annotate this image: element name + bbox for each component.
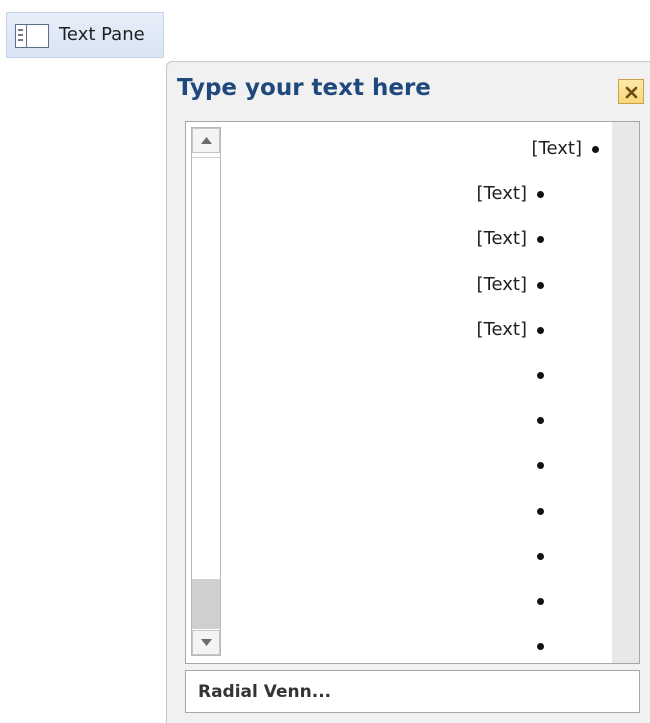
list-item[interactable] — [186, 537, 639, 581]
bullet-dot — [537, 462, 544, 470]
text-pane-icon — [15, 24, 49, 48]
text-pane-button[interactable]: Text Pane — [6, 12, 164, 58]
close-icon — [625, 86, 638, 99]
bullet-dot — [537, 191, 544, 199]
layout-name-box[interactable]: Radial Venn... — [185, 670, 640, 713]
list-item[interactable]: [Text] — [186, 266, 639, 310]
list-item-text[interactable]: [Text] — [477, 228, 527, 249]
list-item[interactable]: [Text] — [186, 130, 639, 174]
pane-title: Type your text here — [177, 75, 431, 101]
bullet-dot — [537, 507, 544, 515]
list-item[interactable] — [186, 401, 639, 445]
bullet-dot — [537, 598, 544, 605]
list-item[interactable]: [Text] — [186, 220, 639, 264]
list-item[interactable] — [186, 627, 639, 663]
bullet-dot — [592, 146, 599, 153]
bullet-dot — [537, 643, 544, 651]
list-item-text[interactable]: [Text] — [477, 274, 527, 295]
layout-name-label: Radial Venn... — [198, 682, 332, 702]
bullet-dot — [537, 281, 544, 289]
bullet-dot — [537, 417, 544, 425]
bullet-dot — [537, 372, 544, 379]
list-item[interactable] — [186, 356, 639, 400]
smartart-text-pane-ui: Text Pane Type your text here [Text] [Te… — [0, 0, 650, 723]
list-item[interactable] — [186, 446, 639, 490]
bullet-dot — [537, 552, 544, 560]
list-item-text[interactable]: [Text] — [477, 319, 527, 340]
close-button[interactable] — [618, 79, 644, 104]
bullet-dot — [537, 326, 544, 334]
text-pane-panel: Type your text here [Text] [Text] [Text]… — [166, 61, 650, 723]
list-item-text[interactable]: [Text] — [477, 183, 527, 204]
list-item[interactable]: [Text] — [186, 175, 639, 219]
text-bullet-list[interactable]: [Text] [Text] [Text] [Text] [Text] — [185, 121, 640, 664]
text-pane-label: Text Pane — [59, 24, 145, 45]
list-item[interactable] — [186, 492, 639, 536]
list-item[interactable] — [186, 582, 639, 626]
bullet-dot — [537, 236, 544, 244]
list-item[interactable]: [Text] — [186, 311, 639, 355]
list-item-text[interactable]: [Text] — [532, 138, 582, 159]
